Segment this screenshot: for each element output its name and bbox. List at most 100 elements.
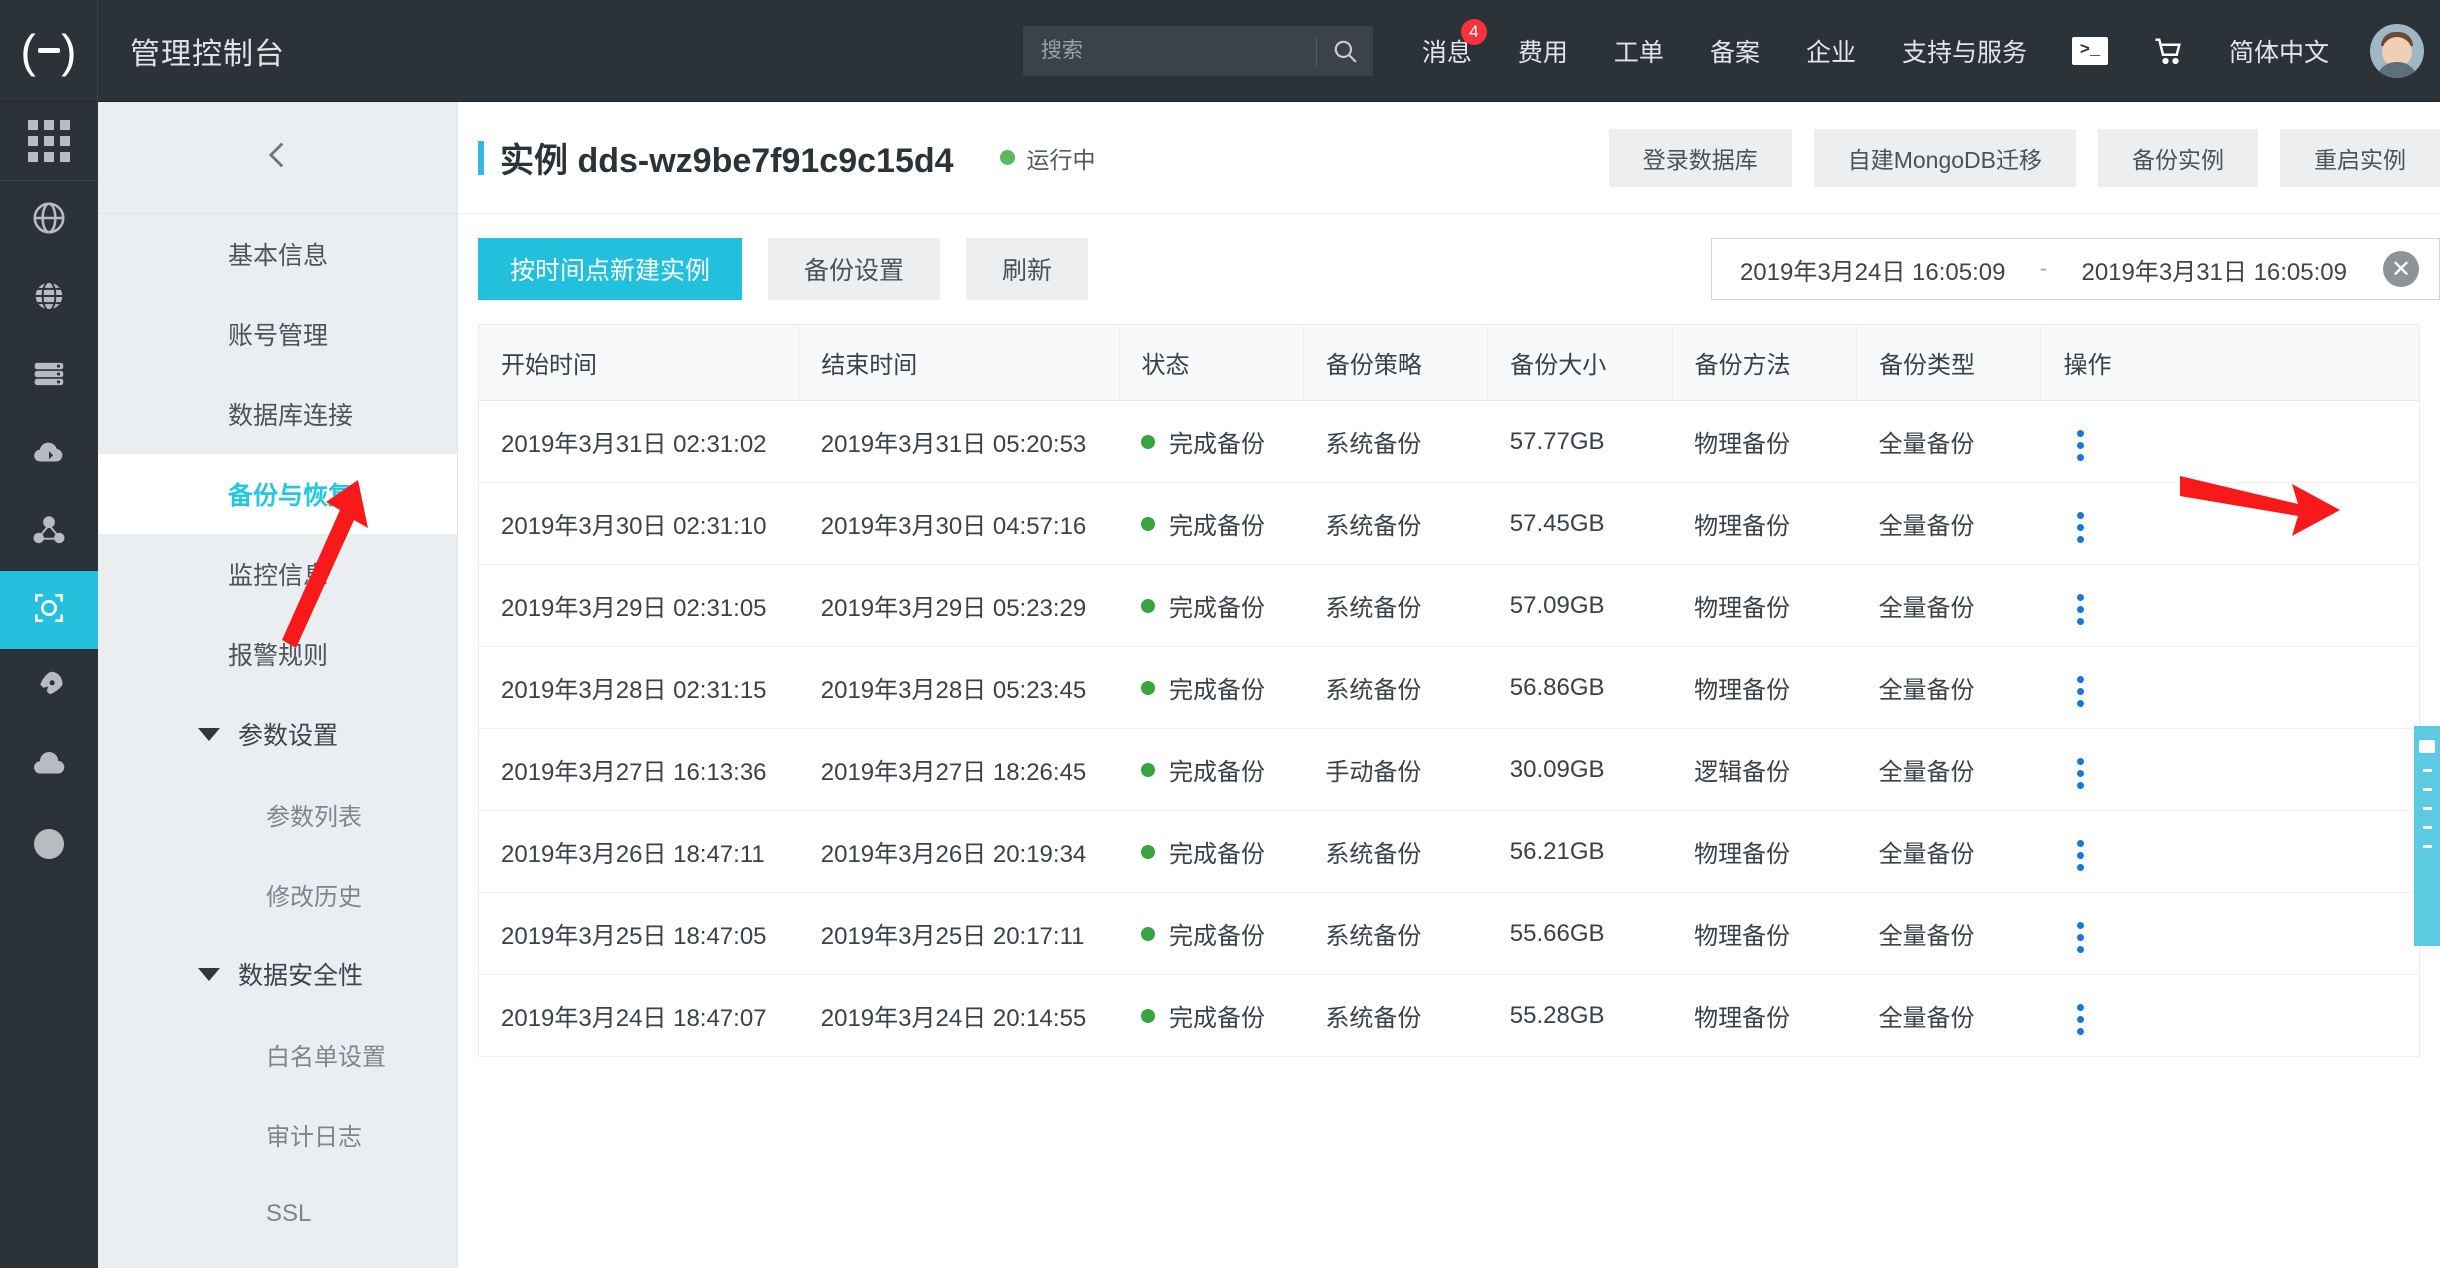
- page-header: 实例 dds-wz9be7f91c9c15d4 运行中 登录数据库 自建Mong…: [458, 102, 2440, 214]
- table-row: 2019年3月27日 16:13:36 2019年3月27日 18:26:45 完成…: [478, 728, 2420, 811]
- rocket-icon: [30, 667, 68, 710]
- date-range-picker[interactable]: 2019年3月24日 16:05:09 - 2019年3月31日 16:05:0…: [1710, 238, 2440, 300]
- sidebar-item-alarm-rules[interactable]: 报警规则: [98, 614, 457, 694]
- sidebar-item-parameter-list[interactable]: 参数列表: [98, 774, 457, 854]
- page-title-prefix: 实例: [500, 142, 568, 180]
- kebab-menu-icon[interactable]: [2063, 752, 2098, 795]
- sidebar-item-whitelist-settings[interactable]: 白名单设置: [98, 1014, 457, 1094]
- kebab-menu-icon[interactable]: [2063, 998, 2098, 1041]
- rail-item-network[interactable]: [0, 493, 98, 571]
- cell-start-time: 2019年3月28日 02:31:15: [478, 646, 799, 729]
- cell-start-time: 2019年3月31日 02:31:02: [478, 400, 799, 483]
- rail-item-cloud-storage[interactable]: [0, 415, 98, 493]
- sidebar-group-label: 数据安全性: [238, 962, 364, 990]
- status-text: 完成备份: [1169, 595, 1265, 622]
- sidebar-collapse-button[interactable]: [98, 102, 457, 214]
- cell-start-time: 2019年3月30日 02:31:10: [478, 482, 799, 565]
- col-start-time[interactable]: 开始时间: [478, 324, 800, 401]
- feedback-line-glyph: [2422, 807, 2432, 810]
- page-header-actions: 登录数据库 自建MongoDB迁移 备份实例 重启实例: [1587, 128, 2440, 187]
- status-cell: 完成备份: [1141, 670, 1303, 705]
- cell-backup-method: 物理备份: [1672, 482, 1857, 565]
- sidebar-item-account-management[interactable]: 账号管理: [98, 294, 457, 374]
- date-range-end[interactable]: 2019年3月31日 16:05:09: [2081, 252, 2347, 287]
- cell-backup-policy: 系统备份: [1303, 810, 1488, 893]
- kebab-menu-icon[interactable]: [2063, 916, 2098, 959]
- global-search[interactable]: [1022, 25, 1373, 76]
- nav-item-icp[interactable]: 备案: [1687, 33, 1783, 69]
- login-database-button[interactable]: 登录数据库: [1608, 128, 1792, 187]
- sidebar-group-parameter-settings[interactable]: 参数设置: [98, 694, 457, 774]
- cloud-shell-terminal-icon[interactable]: >_: [2050, 36, 2130, 65]
- refresh-button[interactable]: 刷新: [966, 238, 1089, 300]
- rail-item-cloud[interactable]: [0, 727, 98, 805]
- feedback-panel-icon[interactable]: [2414, 726, 2440, 946]
- col-backup-size[interactable]: 备份大小: [1487, 324, 1673, 401]
- nav-item-enterprise[interactable]: 企业: [1783, 33, 1879, 69]
- avatar-body: [2376, 61, 2418, 78]
- sidebar-item-monitoring[interactable]: 监控信息: [98, 534, 457, 614]
- sidebar-group-data-security[interactable]: 数据安全性: [98, 934, 457, 1014]
- feedback-box-glyph: [2419, 740, 2435, 753]
- sidebar-item-backup-and-restore[interactable]: 备份与恢复: [98, 454, 457, 534]
- cell-backup-type: 全量备份: [1856, 974, 2041, 1057]
- kebab-menu-icon[interactable]: [2063, 588, 2098, 631]
- search-icon[interactable]: [1317, 26, 1373, 76]
- rail-item-rds[interactable]: [0, 337, 98, 415]
- sidebar-item-audit-log[interactable]: 审计日志: [98, 1094, 457, 1174]
- backup-instance-button[interactable]: 备份实例: [2098, 128, 2258, 187]
- cell-status: 完成备份: [1119, 400, 1304, 483]
- language-switcher[interactable]: 简体中文: [2206, 33, 2352, 69]
- cell-start-time: 2019年3月24日 18:47:07: [478, 974, 799, 1057]
- rail-item-cdn[interactable]: [0, 259, 98, 337]
- user-avatar[interactable]: [2370, 23, 2424, 78]
- sidebar-item-ssl[interactable]: SSL: [98, 1174, 457, 1254]
- nav-item-support[interactable]: 支持与服务: [1879, 33, 2050, 69]
- table-row: 2019年3月25日 18:47:05 2019年3月25日 20:17:11 完成…: [478, 892, 2420, 975]
- restart-instance-button[interactable]: 重启实例: [2280, 128, 2440, 187]
- cell-backup-policy: 手动备份: [1303, 728, 1488, 811]
- feedback-line-glyph: [2422, 826, 2432, 829]
- sidebar-item-change-history[interactable]: 修改历史: [98, 854, 457, 934]
- chevron-down-icon: [198, 967, 220, 981]
- backup-settings-button[interactable]: 备份设置: [768, 238, 941, 300]
- feedback-line-glyph: [2422, 845, 2432, 848]
- migrate-self-built-mongodb-button[interactable]: 自建MongoDB迁移: [1813, 128, 2076, 187]
- nav-item-billing[interactable]: 费用: [1495, 33, 1591, 69]
- rail-item-more[interactable]: [0, 805, 98, 883]
- sidebar-item-basic-info[interactable]: 基本信息: [98, 214, 457, 294]
- rail-item-mongodb[interactable]: [0, 571, 98, 649]
- cell-backup-policy: 系统备份: [1303, 400, 1488, 483]
- search-input[interactable]: [1022, 26, 1316, 75]
- table-row: 2019年3月29日 02:31:05 2019年3月29日 05:23:29 完成…: [478, 564, 2420, 647]
- kebab-menu-icon[interactable]: [2063, 670, 2098, 713]
- kebab-menu-icon[interactable]: [2063, 834, 2098, 877]
- kebab-menu-icon[interactable]: [2063, 506, 2098, 549]
- feedback-line-glyph: [2422, 769, 2432, 772]
- sidebar-item-db-connection[interactable]: 数据库连接: [98, 374, 457, 454]
- clear-circle-icon[interactable]: ✕: [2383, 251, 2419, 287]
- logo-cell[interactable]: (): [0, 0, 98, 102]
- rail-item-accelerate[interactable]: [0, 649, 98, 727]
- cell-status: 完成备份: [1119, 646, 1304, 729]
- kebab-menu-icon[interactable]: [2063, 424, 2098, 467]
- col-backup-policy[interactable]: 备份策略: [1303, 324, 1489, 401]
- status-cell: 完成备份: [1141, 916, 1303, 951]
- col-end-time[interactable]: 结束时间: [798, 324, 1120, 401]
- col-backup-type[interactable]: 备份类型: [1856, 324, 2042, 401]
- col-backup-method[interactable]: 备份方法: [1672, 324, 1858, 401]
- date-range-start[interactable]: 2019年3月24日 16:05:09: [1740, 252, 2006, 287]
- nav-item-tickets[interactable]: 工单: [1591, 33, 1687, 69]
- top-navigation-bar: () 管理控制台 消息 4 费用 工单 备案 企业 支持与服务 >_: [0, 0, 2440, 102]
- shopping-cart-icon[interactable]: [2130, 36, 2206, 66]
- main-content: 实例 dds-wz9be7f91c9c15d4 运行中 登录数据库 自建Mong…: [458, 102, 2440, 1268]
- rail-item-apps[interactable]: [0, 102, 98, 180]
- col-status[interactable]: 状态: [1119, 324, 1304, 401]
- nav-item-messages[interactable]: 消息 4: [1399, 18, 1495, 69]
- cell-backup-method: 物理备份: [1672, 974, 1857, 1057]
- status-dot-icon: [1141, 598, 1155, 613]
- create-instance-by-time-point-button[interactable]: 按时间点新建实例: [478, 238, 743, 300]
- cell-actions: [2040, 646, 2420, 729]
- globe-icon: [30, 277, 68, 320]
- rail-item-dns[interactable]: [0, 181, 98, 259]
